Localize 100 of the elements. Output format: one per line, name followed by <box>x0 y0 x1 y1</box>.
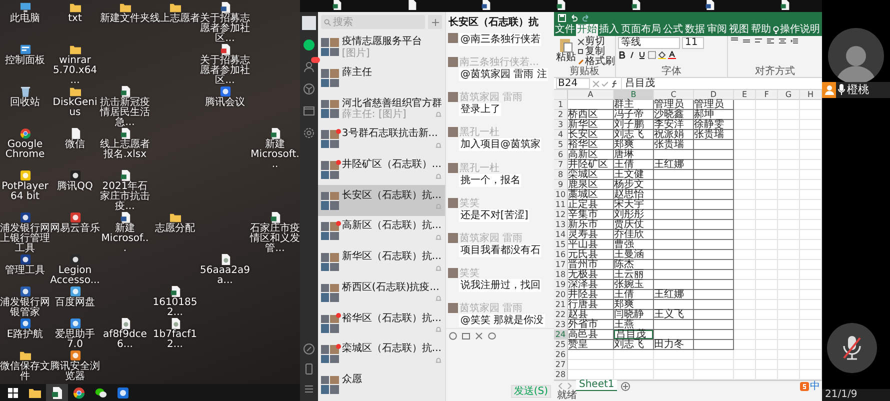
column-header[interactable]: G <box>778 90 800 100</box>
font-size-field[interactable]: 11 <box>682 37 704 49</box>
folder-icon[interactable] <box>70 44 80 55</box>
folder-icon[interactable] <box>70 2 80 13</box>
chat-list-item[interactable]: 井陉矿区（石志联）... <box>318 154 446 186</box>
chat-list-item[interactable]: 高新区（石志联）抗... <box>318 216 446 247</box>
add-sheet-icon[interactable] <box>621 382 630 390</box>
browser-icon[interactable] <box>20 128 30 139</box>
image-file-icon[interactable] <box>120 318 130 329</box>
redo-icon[interactable] <box>582 14 590 22</box>
ribbon-tab[interactable]: 数据 <box>684 24 706 36</box>
check-icon[interactable] <box>602 80 608 86</box>
app-icon[interactable] <box>117 387 129 399</box>
ribbon-tab[interactable]: 公式 <box>662 24 684 36</box>
avatar-placeholder[interactable] <box>302 16 316 30</box>
computer-icon[interactable] <box>20 2 30 13</box>
align-center-icon[interactable] <box>778 37 787 45</box>
bold-icon[interactable] <box>618 51 626 59</box>
row-header[interactable]: 26 <box>554 350 568 360</box>
sheet-tab[interactable]: Sheet1 <box>576 380 618 392</box>
fill-color-icon[interactable] <box>658 51 666 59</box>
borders-icon[interactable] <box>648 51 656 59</box>
row-header[interactable]: 16 <box>554 250 568 260</box>
column-header[interactable]: A <box>568 90 614 100</box>
chat-list-item[interactable]: 众愿 <box>318 370 446 400</box>
ribbon-tab[interactable]: 审阅 <box>706 24 728 36</box>
app-icon[interactable] <box>70 212 80 223</box>
row-header[interactable]: 15 <box>554 240 568 250</box>
file-icon[interactable] <box>70 128 80 139</box>
chat-list-item[interactable]: 薛主任 <box>318 62 446 94</box>
folder-icon[interactable] <box>170 2 180 13</box>
input-method-indicator[interactable]: 中 <box>800 380 822 392</box>
mini-program-icon[interactable] <box>302 343 315 355</box>
cut-button[interactable]: 剪切 <box>578 37 615 47</box>
chat-list-item[interactable]: 栾城区（石志联）抗... <box>318 338 446 370</box>
row-header[interactable]: 14 <box>554 230 568 240</box>
folder-icon[interactable] <box>29 387 41 399</box>
column-header[interactable]: D <box>694 90 734 100</box>
word-document-icon[interactable] <box>120 212 130 223</box>
folder-icon[interactable] <box>170 212 180 223</box>
spreadsheet-file-icon[interactable] <box>51 387 63 399</box>
ribbon-tab[interactable]: 文件 <box>554 24 576 36</box>
chat-list-item[interactable]: 河北省慈善组织官方群 薛主任: [图片] <box>318 93 446 124</box>
tell-me-search[interactable]: 操作说明 <box>772 24 820 36</box>
microphone-toggle[interactable] <box>827 323 877 373</box>
chat-list-item[interactable]: 疫情志愿服务平台 [图片] <box>318 32 446 63</box>
spreadsheet-file-icon[interactable] <box>120 86 130 97</box>
save-icon[interactable] <box>558 14 566 22</box>
app-icon[interactable] <box>20 254 30 265</box>
row-header[interactable]: 6 <box>554 150 568 160</box>
format-painter-button[interactable]: 格式刷 <box>578 57 615 67</box>
spreadsheet-file-icon[interactable] <box>270 128 280 139</box>
folder-icon[interactable] <box>120 2 130 13</box>
spreadsheet-file-icon[interactable] <box>780 0 790 10</box>
app-icon[interactable] <box>70 350 80 361</box>
function-icon[interactable] <box>611 80 618 88</box>
row-header[interactable]: 22 <box>554 310 568 320</box>
chat-bubbles-icon[interactable] <box>95 387 107 399</box>
app-icon[interactable] <box>20 286 30 297</box>
font-color-icon[interactable] <box>668 51 676 59</box>
spreadsheet-file-icon[interactable] <box>120 170 130 181</box>
column-header[interactable]: H <box>800 90 822 100</box>
phone-icon[interactable] <box>302 363 315 375</box>
undo-icon[interactable] <box>570 14 578 22</box>
row-header[interactable]: 7 <box>554 160 568 170</box>
windows-logo-icon[interactable] <box>7 387 19 399</box>
image-file-icon[interactable] <box>170 318 180 329</box>
ribbon-tab[interactable]: 帮助 <box>750 24 772 36</box>
ribbon-tab[interactable]: 开始 <box>576 24 598 36</box>
column-header[interactable]: C <box>654 90 694 100</box>
spreadsheet-file-icon[interactable] <box>332 0 342 10</box>
app-icon[interactable] <box>70 318 80 329</box>
ribbon-tab[interactable]: 插入 <box>598 24 620 36</box>
row-header[interactable]: 25 <box>554 340 568 350</box>
row-header[interactable]: 8 <box>554 170 568 180</box>
spreadsheet-file-icon[interactable] <box>170 286 180 297</box>
column-header[interactable]: F <box>756 90 778 100</box>
font-name-field[interactable]: 等线 <box>618 37 680 49</box>
row-header[interactable]: 11 <box>554 200 568 210</box>
image-file-icon[interactable] <box>220 254 230 265</box>
app-icon[interactable] <box>20 170 30 181</box>
ribbon-tab[interactable]: 页面布局 <box>620 24 662 36</box>
spreadsheet-file-icon[interactable] <box>630 0 641 10</box>
word-document-icon[interactable] <box>220 2 230 13</box>
row-header[interactable]: 23 <box>554 320 568 330</box>
italic-icon[interactable] <box>628 51 636 59</box>
app-icon[interactable] <box>220 86 230 97</box>
underline-icon[interactable] <box>638 51 646 59</box>
row-header[interactable]: 4 <box>554 130 568 140</box>
browser-icon[interactable] <box>73 387 85 399</box>
app-icon[interactable] <box>70 254 80 265</box>
sidebar-item[interactable] <box>302 126 316 140</box>
align-middle-icon[interactable] <box>742 37 751 45</box>
app-icon[interactable] <box>20 318 30 329</box>
add-button[interactable] <box>428 15 442 29</box>
app-icon[interactable] <box>70 170 80 181</box>
indent-icon[interactable] <box>790 37 799 45</box>
row-header[interactable]: 20 <box>554 290 568 300</box>
ribbon-tab[interactable]: 视图 <box>728 24 750 36</box>
row-header[interactable]: 27 <box>554 360 568 370</box>
